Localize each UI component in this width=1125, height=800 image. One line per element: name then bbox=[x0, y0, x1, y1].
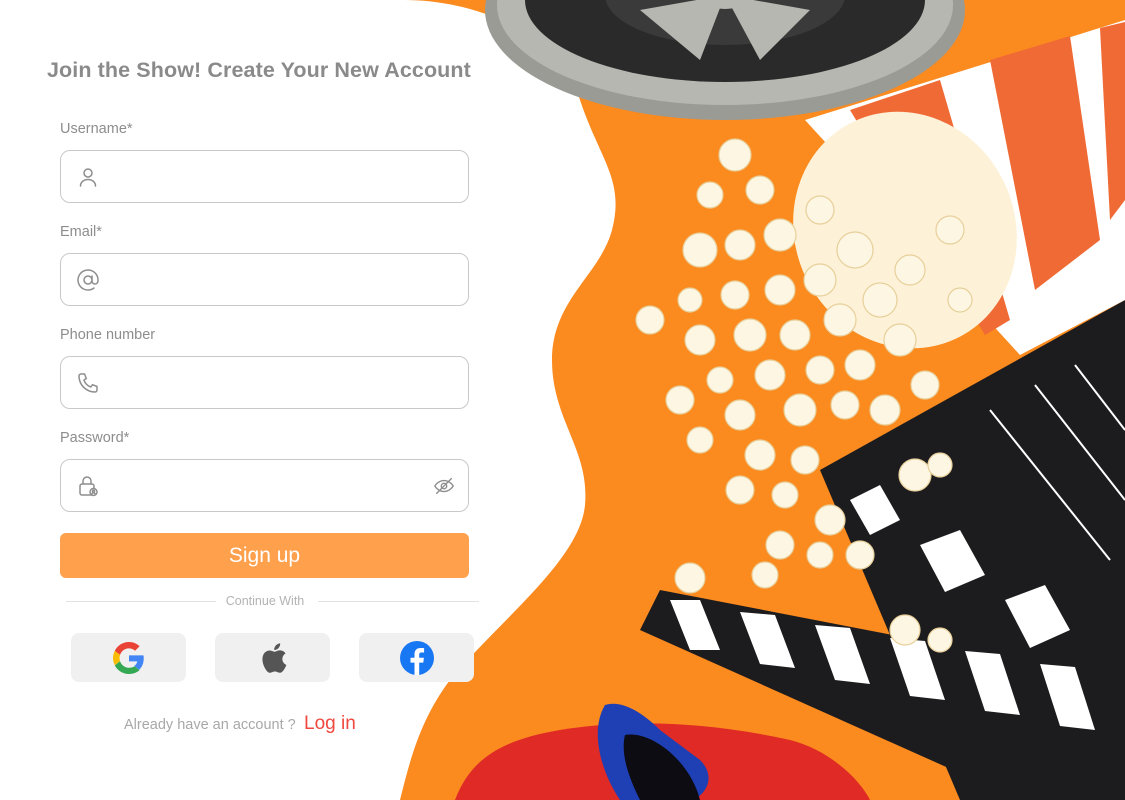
user-icon bbox=[79, 168, 97, 187]
sign-up-button[interactable]: Sign up bbox=[60, 533, 469, 578]
phone-icon bbox=[78, 373, 98, 393]
already-have-account-text: Already have an account ? bbox=[124, 717, 296, 733]
google-sign-in-button[interactable] bbox=[71, 633, 186, 682]
log-in-link[interactable]: Log in bbox=[304, 713, 356, 735]
facebook-sign-in-button[interactable] bbox=[359, 633, 474, 682]
phone-input[interactable] bbox=[113, 365, 418, 399]
username-input[interactable] bbox=[113, 159, 418, 193]
divider-left bbox=[66, 601, 216, 602]
phone-field[interactable] bbox=[60, 356, 469, 409]
username-field[interactable] bbox=[60, 150, 469, 203]
google-logo-icon bbox=[112, 641, 144, 674]
email-field[interactable] bbox=[60, 253, 469, 306]
email-input[interactable] bbox=[113, 262, 418, 296]
username-label: Username* bbox=[60, 121, 133, 137]
signup-form-panel: Join the Show! Create Your New Account U… bbox=[0, 0, 520, 800]
phone-label: Phone number bbox=[60, 327, 156, 343]
lock-icon bbox=[79, 476, 98, 497]
page-title: Join the Show! Create Your New Account bbox=[47, 58, 471, 82]
password-label: Password* bbox=[60, 430, 130, 446]
apple-sign-in-button[interactable] bbox=[215, 633, 330, 682]
divider-right bbox=[318, 601, 479, 602]
email-label: Email* bbox=[60, 224, 102, 240]
password-input[interactable] bbox=[113, 468, 418, 502]
eye-off-icon[interactable] bbox=[433, 475, 455, 497]
continue-with-label: Continue With bbox=[225, 594, 305, 608]
facebook-logo-icon bbox=[399, 640, 434, 675]
at-sign-icon bbox=[77, 269, 99, 291]
apple-logo-icon bbox=[261, 642, 286, 673]
password-field[interactable] bbox=[60, 459, 469, 512]
